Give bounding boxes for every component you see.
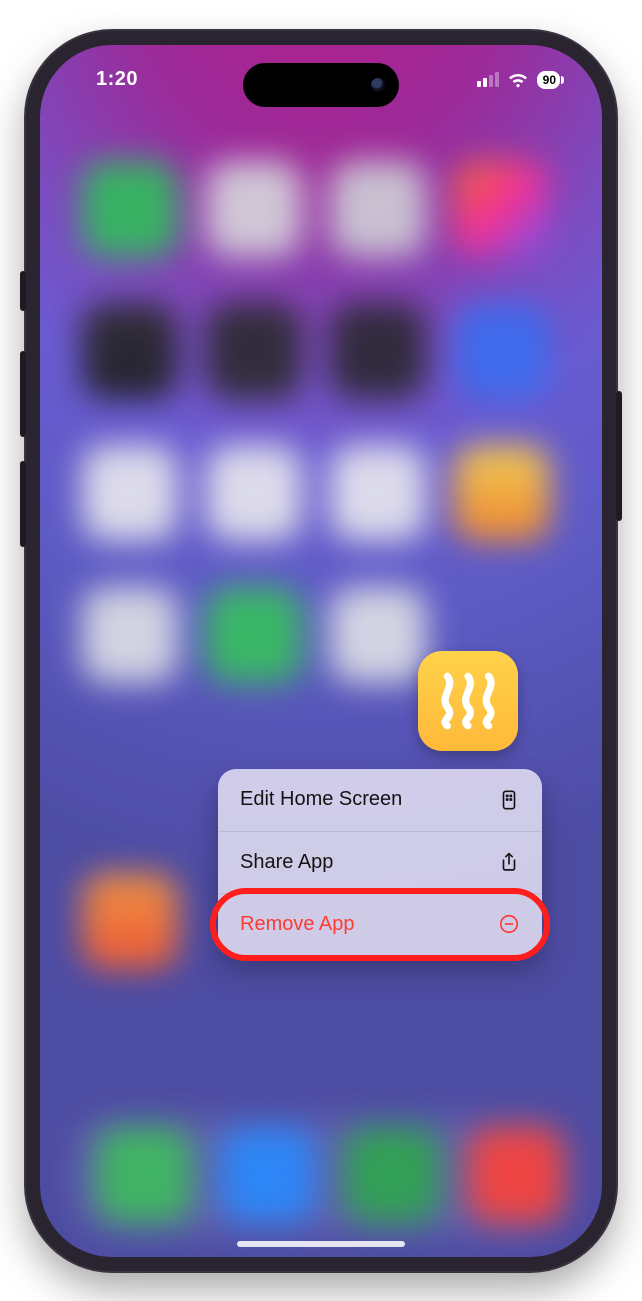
status-time: 1:20 xyxy=(96,68,138,91)
battery-percentage: 90 xyxy=(543,73,556,87)
app-context-menu: Edit Home Screen Share App xyxy=(218,769,542,955)
blurred-home-screen xyxy=(40,45,602,1257)
side-button[interactable] xyxy=(616,391,622,521)
dynamic-island xyxy=(243,63,399,107)
screen: 1:20 90 xyxy=(40,45,602,1257)
menu-item-label: Remove App xyxy=(240,913,355,936)
vibration-app-icon[interactable] xyxy=(418,651,518,751)
share-icon xyxy=(498,851,520,873)
mute-switch[interactable] xyxy=(20,271,26,311)
home-indicator[interactable] xyxy=(237,1241,405,1247)
wifi-icon xyxy=(507,72,529,88)
menu-item-remove-app[interactable]: Remove App xyxy=(218,893,542,955)
volume-up-button[interactable] xyxy=(20,351,26,437)
cellular-signal-icon xyxy=(477,72,499,87)
volume-down-button[interactable] xyxy=(20,461,26,547)
menu-item-edit-home-screen[interactable]: Edit Home Screen xyxy=(218,769,542,831)
home-screen-icon xyxy=(498,789,520,811)
remove-icon xyxy=(498,913,520,935)
menu-item-label: Edit Home Screen xyxy=(240,788,402,811)
menu-item-share-app[interactable]: Share App xyxy=(218,831,542,893)
battery-indicator: 90 xyxy=(537,71,560,89)
menu-item-label: Share App xyxy=(240,851,333,874)
iphone-frame: 1:20 90 xyxy=(26,31,616,1271)
